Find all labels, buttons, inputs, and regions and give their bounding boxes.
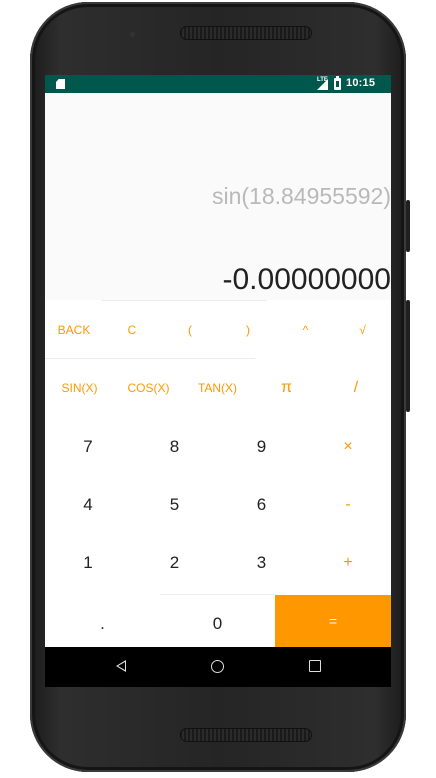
digit-7-button[interactable]: 7 [45,422,131,472]
cos-button[interactable]: COS(X) [114,365,183,411]
home-circle-icon[interactable] [211,660,224,673]
digit-2-button[interactable]: 2 [131,538,218,588]
keypad-divider [45,358,255,359]
screen: LTE 10:15 sin(18.84955592) -0.00000000 B… [45,75,391,687]
sd-card-icon [56,79,65,89]
recent-apps-square-icon[interactable] [309,660,321,672]
minus-button[interactable]: - [305,480,391,530]
power-operator-button[interactable]: ^ [277,308,334,352]
digit-9-button[interactable]: 9 [218,422,305,472]
close-paren-button[interactable]: ) [219,308,277,352]
power-button [406,200,410,252]
digit-3-button[interactable]: 3 [218,538,305,588]
digit-6-button[interactable]: 6 [218,480,305,530]
expression-display: sin(18.84955592) [211,183,391,209]
digit-8-button[interactable]: 8 [131,422,218,472]
digit-1-button[interactable]: 1 [45,538,131,588]
open-paren-button[interactable]: ( [161,308,219,352]
keypad-divider [102,300,267,301]
back-triangle-icon[interactable] [116,660,126,672]
digit-5-button[interactable]: 5 [131,480,218,530]
result-display: -0.00000000 [222,263,392,296]
clear-button[interactable]: C [103,308,161,352]
navigation-bar [45,647,391,687]
battery-icon [334,76,341,90]
plus-button[interactable]: + [305,538,391,588]
bottom-speaker-grille [180,728,312,742]
divide-button[interactable]: / [321,365,391,411]
digit-0-button[interactable]: 0 [160,600,275,647]
status-bar: LTE 10:15 [45,75,391,93]
sin-button[interactable]: SIN(X) [45,365,114,411]
back-button[interactable]: BACK [45,308,103,352]
tan-button[interactable]: TAN(X) [183,365,252,411]
multiply-button[interactable]: × [305,422,391,472]
network-type-label: LTE [317,77,328,83]
digit-4-button[interactable]: 4 [45,480,131,530]
equals-button[interactable]: = [275,595,391,647]
pi-button[interactable]: π [252,365,321,411]
decimal-point-button[interactable]: . [45,600,160,647]
sqrt-button[interactable]: √ [334,308,391,352]
front-camera [128,30,137,39]
keypad-divider [160,594,275,595]
status-time: 10:15 [346,77,376,89]
volume-button [406,300,410,412]
top-speaker-grille [180,26,312,40]
